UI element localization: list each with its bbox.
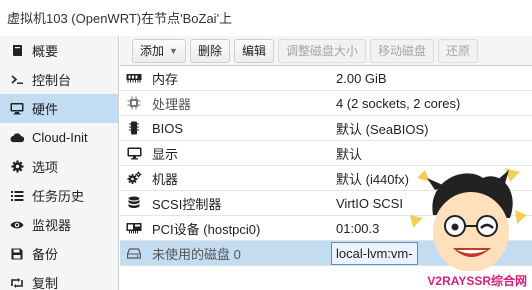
sidebar-item-label: 监视器 [32, 218, 72, 233]
microchip-icon [126, 121, 142, 135]
chevron-down-icon: ▼ [169, 45, 178, 56]
list-icon [10, 189, 24, 203]
terminal-icon [10, 73, 24, 87]
sidebar-item-task-history[interactable]: 任务历史 [0, 181, 118, 210]
sidebar-item-label: 任务历史 [32, 189, 85, 204]
cogs-icon [126, 171, 142, 185]
hardware-key: BIOS [152, 120, 184, 136]
database-icon [126, 196, 142, 210]
resize-disk-button[interactable]: 调整磁盘大小 [277, 38, 366, 63]
hardware-value: 默认 (i440fx) [336, 171, 409, 187]
sidebar-item-cloud-init[interactable]: Cloud-Init [0, 123, 118, 152]
sidebar-item-monitor[interactable]: 监视器 [0, 210, 118, 239]
hardware-value: 4 (2 sockets, 2 cores) [336, 95, 461, 111]
edit-button[interactable]: 编辑 [233, 38, 274, 63]
hardware-key: 显示 [152, 146, 179, 162]
hardware-value: 01:00.3 [336, 220, 380, 236]
hardware-value: VirtIO SCSI [336, 195, 403, 211]
site-watermark: V2RAYSSR综合网 [424, 271, 530, 290]
sidebar-item-label: Cloud-Init [32, 130, 88, 145]
hardware-key: 内存 [152, 71, 179, 87]
delete-button[interactable]: 删除 [189, 38, 230, 63]
cloud-icon [10, 131, 24, 145]
sidebar-item-hardware[interactable]: 硬件 [0, 94, 118, 123]
revert-button[interactable]: 还原 [438, 38, 479, 63]
desktop-icon [126, 147, 142, 160]
hardware-key: PCI设备 (hostpci0) [152, 221, 261, 237]
window-title: 虚拟机103 (OpenWRT)在节点'BoZai'上 [7, 11, 233, 26]
memory-icon [126, 73, 142, 83]
sidebar-item-label: 备份 [32, 247, 59, 262]
sidebar-item-label: 概要 [32, 44, 59, 59]
pci-card-icon [126, 222, 142, 234]
sidebar-item-summary[interactable]: 概要 [0, 36, 118, 65]
add-button[interactable]: 添加 ▼ [132, 38, 186, 63]
eye-icon [10, 218, 24, 232]
hardware-value: 默认 [336, 146, 363, 162]
book-icon [10, 44, 24, 58]
sidebar-item-label: 硬件 [32, 102, 59, 117]
hardware-key: 未使用的磁盘 0 [152, 246, 241, 262]
hardware-row-processor[interactable]: 处理器 4 (2 sockets, 2 cores) [120, 91, 532, 116]
monitor-icon [10, 102, 24, 116]
cpu-icon [126, 96, 142, 110]
sidebar-item-label: 控制台 [32, 73, 72, 88]
hardware-row-memory[interactable]: 内存 2.00 GiB [120, 66, 532, 91]
hardware-key: 机器 [152, 171, 179, 187]
sidebar-nav: 概要 控制台 硬件 Cloud-Init 选项 任务历史 监视器 备份 复制 [0, 36, 119, 290]
sidebar-item-label: 选项 [32, 160, 59, 175]
hdd-icon [126, 247, 142, 259]
sidebar-item-options[interactable]: 选项 [0, 152, 118, 181]
sidebar-item-backup[interactable]: 备份 [0, 239, 118, 268]
gear-icon [10, 160, 24, 174]
floppy-icon [10, 247, 24, 261]
hardware-value: 默认 (SeaBIOS) [336, 121, 429, 137]
hardware-key: SCSI控制器 [152, 196, 222, 212]
sidebar-item-label: 复制 [32, 276, 59, 290]
hardware-value: 2.00 GiB [336, 70, 387, 86]
move-disk-button[interactable]: 移动磁盘 [369, 38, 434, 63]
hardware-toolbar: 添加 ▼ 删除 编辑 调整磁盘大小 移动磁盘 还原 [120, 36, 532, 66]
hardware-row-bios[interactable]: BIOS 默认 (SeaBIOS) [120, 116, 532, 141]
retweet-icon [10, 276, 24, 290]
add-button-label: 添加 [140, 44, 165, 58]
sidebar-item-replication[interactable]: 复制 [0, 268, 118, 290]
hardware-key: 处理器 [152, 96, 192, 112]
sidebar-item-console[interactable]: 控制台 [0, 65, 118, 94]
